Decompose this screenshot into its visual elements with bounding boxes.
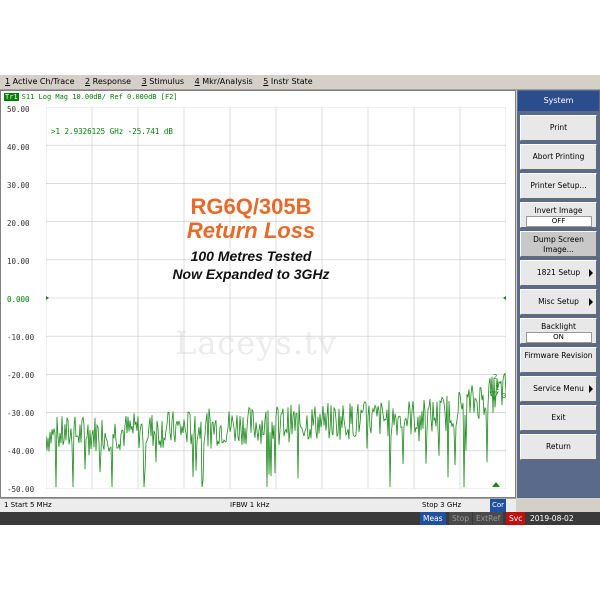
print-button[interactable]: Print: [520, 115, 597, 141]
trace-badge: Tr1: [4, 93, 19, 101]
status-stop: Stop: [449, 512, 473, 525]
submenu-arrow-icon: [589, 298, 593, 306]
y-label: -10.00: [7, 333, 35, 342]
y-label: 50.00: [7, 105, 30, 114]
menu-stimulus[interactable]: 3 Stimulus: [139, 75, 187, 89]
submenu-arrow-icon: [589, 269, 593, 277]
abort-printing-button[interactable]: Abort Printing: [520, 144, 597, 170]
y-label: 20.00: [7, 219, 30, 228]
invert-image-button[interactable]: Invert Image OFF: [520, 202, 597, 228]
trace-header[interactable]: Tr1 S11 Log Mag 10.00dB/ Ref 0.000dB [F2]: [4, 93, 178, 101]
start-frequency[interactable]: 1 Start 5 MHz: [4, 499, 52, 512]
plot-area[interactable]: Tr1 S11 Log Mag 10.00dB/ Ref 0.000dB [F2]…: [0, 90, 516, 498]
marker-2-label: 2: [493, 373, 497, 381]
annotation-line-expanded: Now Expanded to 3GHz: [172, 266, 330, 282]
submenu-arrow-icon: [589, 385, 593, 393]
vna-window: 1 Active Ch/Trace 2 Response 3 Stimulus …: [0, 75, 600, 536]
y-label: 10.00: [7, 257, 30, 266]
annotation-overlay: RG6Q/305B Return Loss 100 Metres Tested …: [161, 195, 341, 283]
backlight-button[interactable]: Backlight ON: [520, 318, 597, 344]
annotation-line-tested: 100 Metres Tested: [190, 248, 312, 264]
status-extref: ExtRef: [473, 512, 504, 525]
reference-marker-left-icon: [46, 296, 49, 300]
status-datetime: 2019-08-02 14:06: [530, 514, 574, 536]
firmware-revision-button[interactable]: Firmware Revision: [520, 347, 597, 373]
menu-mkr-analysis[interactable]: 4 Mkr/Analysis: [192, 75, 256, 89]
y-label: -40.00: [7, 447, 35, 456]
y-label: 30.00: [7, 181, 30, 190]
marker-1-label: 1: [495, 384, 499, 392]
marker-2-icon: 2: [493, 373, 497, 381]
printer-setup-button[interactable]: Printer Setup...: [520, 173, 597, 199]
menu-response[interactable]: 2 Response: [82, 75, 134, 89]
softkey-header: System: [518, 91, 599, 111]
y-label-ref: 0.000: [7, 295, 30, 304]
menu-active-ch-trace[interactable]: 1 Active Ch/Trace: [2, 75, 78, 89]
correction-badge: Cor: [490, 499, 507, 512]
backlight-value: ON: [525, 332, 592, 343]
marker-3-label: 3: [502, 392, 506, 400]
ifbw[interactable]: IFBW 1 kHz: [230, 499, 269, 512]
invert-image-value: OFF: [525, 216, 592, 227]
y-label: -50.00: [7, 485, 35, 494]
menu-bar: 1 Active Ch/Trace 2 Response 3 Stimulus …: [0, 75, 600, 90]
trace-header-text: S11 Log Mag 10.00dB/ Ref 0.000dB [F2]: [21, 93, 178, 101]
y-label: 40.00: [7, 143, 30, 152]
marker-3-icon: 3: [502, 392, 506, 400]
menu-instr-state[interactable]: 5 Instr State: [260, 75, 315, 89]
service-menu-button[interactable]: Service Menu: [520, 376, 597, 402]
channel-status-bar: 1 Start 5 MHz IFBW 1 kHz Stop 3 GHz Cor: [0, 498, 516, 512]
stop-marker-icon: [492, 482, 500, 487]
misc-setup-button[interactable]: Misc Setup: [520, 289, 597, 315]
annotation-subtitle: Return Loss: [186, 218, 316, 243]
softkey-panel: System Print Abort Printing Printer Setu…: [517, 90, 600, 498]
annotation-title: RG6Q/305B: [190, 194, 312, 219]
status-svc: Svc: [506, 512, 526, 525]
marker-readout: >1 2.9326125 GHz -25.741 dB: [51, 127, 173, 136]
return-button[interactable]: Return: [520, 434, 597, 460]
y-label: -20.00: [7, 371, 35, 380]
trace-grid: 1 2 3: [46, 107, 506, 489]
dump-screen-image-button[interactable]: Dump Screen Image...: [520, 231, 597, 257]
1821-setup-button[interactable]: 1821 Setup: [520, 260, 597, 286]
y-label: -30.00: [7, 409, 35, 418]
instrument-status-bar: Meas Stop ExtRef Svc 2019-08-02 14:06: [0, 512, 600, 536]
stop-frequency[interactable]: Stop 3 GHz: [422, 499, 461, 512]
exit-button[interactable]: Exit: [520, 405, 597, 431]
reference-marker-right-icon: [503, 296, 506, 300]
status-meas: Meas: [420, 512, 446, 525]
